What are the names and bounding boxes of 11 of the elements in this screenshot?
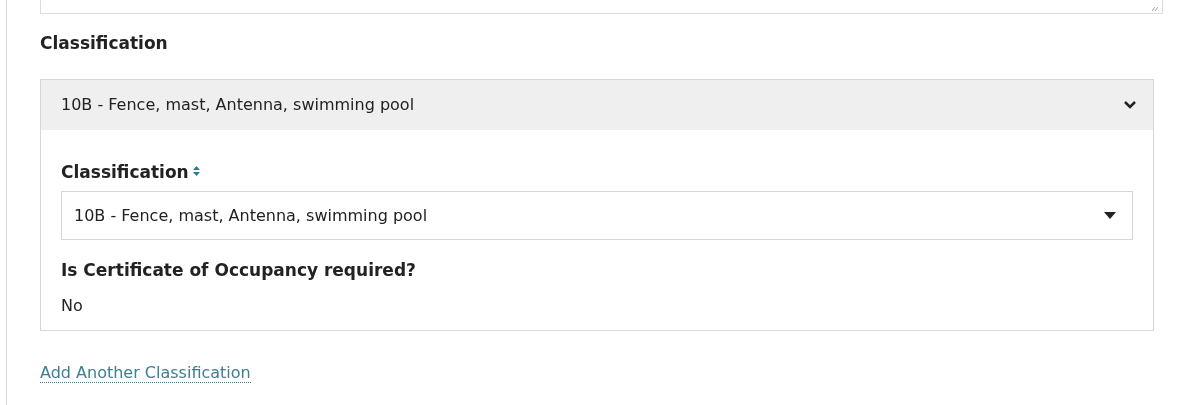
text-area[interactable] — [40, 0, 1163, 14]
dropdown-arrow-icon — [1104, 212, 1116, 219]
question-label: Is Certificate of Occupancy required? — [61, 259, 417, 282]
resize-grip-icon — [1152, 7, 1158, 11]
field-label: Classification — [61, 160, 189, 184]
accordion-header[interactable]: 10B - Fence, mast, Antenna, swimming pool — [41, 79, 1153, 130]
section-heading: Classification — [40, 32, 169, 55]
chevron-icon — [1123, 99, 1137, 110]
add-classification-link[interactable]: Add Another Classification — [40, 362, 251, 383]
classification-select[interactable]: 10B - Fence, mast, Antenna, swimming pool — [61, 191, 1133, 240]
answer-text: No — [61, 294, 84, 317]
